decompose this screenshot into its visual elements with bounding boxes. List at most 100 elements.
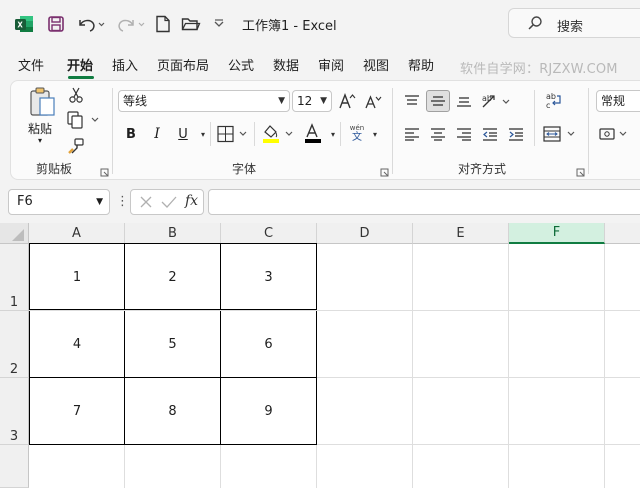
column-header-f[interactable]: F bbox=[509, 223, 605, 244]
clipboard-launcher-icon[interactable] bbox=[100, 166, 109, 177]
currency-format-icon[interactable] bbox=[598, 124, 634, 144]
row-header-3[interactable]: 3 bbox=[0, 378, 29, 445]
name-box-value: F6 bbox=[17, 194, 33, 209]
row-number: 1 bbox=[9, 295, 19, 310]
align-middle-icon[interactable] bbox=[426, 90, 450, 112]
copy-icon[interactable] bbox=[66, 110, 102, 130]
chevron-down-icon: ▼ bbox=[96, 197, 103, 207]
tab-view[interactable]: 视图 bbox=[363, 55, 389, 74]
tab-formulas[interactable]: 公式 bbox=[228, 55, 254, 74]
font-color-dropdown-icon[interactable]: ▾ bbox=[328, 128, 338, 140]
column-header-b[interactable]: B bbox=[125, 223, 221, 244]
increase-font-size-icon[interactable] bbox=[338, 90, 356, 112]
underline-button[interactable]: U bbox=[174, 124, 192, 144]
borders-icon[interactable] bbox=[216, 124, 250, 144]
tab-file[interactable]: 文件 bbox=[18, 55, 44, 74]
cell-c2[interactable]: 6 bbox=[221, 311, 317, 378]
italic-button[interactable]: I bbox=[148, 124, 166, 144]
bold-button[interactable]: B bbox=[122, 124, 140, 144]
search-box[interactable]: 搜索 bbox=[508, 8, 640, 38]
align-right-icon[interactable] bbox=[454, 124, 474, 144]
insert-function-button[interactable]: fx bbox=[185, 193, 198, 209]
gridline bbox=[412, 244, 413, 488]
cancel-icon[interactable] bbox=[139, 195, 153, 212]
excel-logo-icon bbox=[14, 14, 34, 34]
gridline bbox=[604, 244, 605, 488]
alignment-launcher-icon[interactable] bbox=[576, 166, 585, 177]
alignment-group-label: 对齐方式 bbox=[458, 162, 507, 176]
cut-icon[interactable] bbox=[66, 86, 86, 104]
font-size-value: 12 bbox=[297, 94, 313, 108]
tab-insert[interactable]: 插入 bbox=[112, 55, 138, 74]
cell-b3[interactable]: 8 bbox=[125, 378, 221, 445]
column-header-e[interactable]: E bbox=[413, 223, 509, 244]
font-name-combo[interactable]: 等线 ▼ bbox=[118, 90, 290, 112]
paste-label[interactable]: 粘贴 bbox=[28, 120, 52, 137]
search-icon bbox=[527, 15, 543, 34]
ribbon-separator bbox=[112, 88, 113, 174]
svg-text:ab: ab bbox=[482, 94, 492, 103]
name-box[interactable]: F6 ▼ bbox=[8, 189, 110, 215]
row-header-1[interactable]: 1 bbox=[0, 244, 29, 311]
redo-icon[interactable] bbox=[116, 14, 146, 34]
decrease-indent-icon[interactable] bbox=[480, 124, 500, 144]
paste-icon[interactable] bbox=[28, 86, 58, 118]
increase-indent-icon[interactable] bbox=[506, 124, 526, 144]
cell-a1[interactable]: 1 bbox=[29, 243, 125, 310]
row-header-4[interactable] bbox=[0, 445, 29, 488]
column-header-c[interactable]: C bbox=[221, 223, 317, 244]
formula-input[interactable] bbox=[208, 189, 640, 215]
open-folder-icon[interactable] bbox=[180, 14, 202, 34]
phonetic-dropdown-icon[interactable]: ▾ bbox=[370, 128, 380, 140]
cell-b2[interactable]: 5 bbox=[125, 311, 221, 378]
align-left-icon[interactable] bbox=[402, 124, 422, 144]
format-painter-icon[interactable] bbox=[66, 136, 86, 156]
decrease-font-size-icon[interactable] bbox=[364, 90, 382, 112]
tab-data[interactable]: 数据 bbox=[273, 55, 299, 74]
customize-toolbar-icon[interactable] bbox=[210, 14, 228, 34]
font-launcher-icon[interactable] bbox=[380, 166, 389, 177]
formula-bar-grip-icon[interactable]: ⋮ bbox=[116, 194, 129, 209]
formula-buttons: fx bbox=[130, 189, 204, 215]
select-all-corner[interactable] bbox=[0, 223, 29, 244]
cell-a3[interactable]: 7 bbox=[29, 378, 125, 445]
new-file-icon[interactable] bbox=[154, 14, 172, 34]
chevron-down-icon: ▼ bbox=[320, 96, 327, 106]
align-bottom-icon[interactable] bbox=[454, 90, 474, 112]
column-header-d[interactable]: D bbox=[317, 223, 413, 244]
ribbon-separator bbox=[210, 122, 211, 146]
number-format-value: 常规 bbox=[601, 94, 626, 108]
tab-review[interactable]: 审阅 bbox=[318, 55, 344, 74]
save-icon[interactable] bbox=[46, 14, 66, 34]
tab-page-layout[interactable]: 页面布局 bbox=[157, 55, 209, 74]
phonetic-bottom-label: 文 bbox=[352, 132, 362, 143]
font-group-label: 字体 bbox=[232, 162, 257, 176]
column-header-partial bbox=[605, 223, 640, 244]
undo-icon[interactable] bbox=[76, 14, 106, 34]
tab-home[interactable]: 开始 bbox=[67, 55, 93, 74]
number-format-combo[interactable]: 常规 bbox=[596, 90, 640, 112]
cell-b1[interactable]: 2 bbox=[125, 243, 221, 310]
ribbon-separator bbox=[588, 88, 589, 174]
phonetic-top-label: wén bbox=[349, 124, 365, 132]
orientation-icon[interactable]: ab bbox=[480, 90, 514, 112]
svg-text:ab: ab bbox=[546, 92, 556, 101]
underline-dropdown-icon[interactable]: ▾ bbox=[198, 128, 208, 140]
phonetic-guide-button[interactable]: wén 文 bbox=[348, 124, 366, 143]
merge-center-icon[interactable] bbox=[542, 124, 578, 144]
cell-c3[interactable]: 9 bbox=[221, 378, 317, 445]
align-center-icon[interactable] bbox=[428, 124, 448, 144]
search-placeholder: 搜索 bbox=[557, 20, 584, 35]
paste-dropdown-icon[interactable]: ▾ bbox=[38, 136, 42, 145]
tab-help[interactable]: 帮助 bbox=[408, 55, 434, 74]
cell-c1[interactable]: 3 bbox=[221, 243, 317, 310]
column-header-a[interactable]: A bbox=[29, 223, 125, 244]
cell-a2[interactable]: 4 bbox=[29, 311, 125, 378]
fill-color-icon[interactable] bbox=[260, 122, 298, 146]
wrap-text-icon[interactable]: ab c bbox=[544, 90, 564, 112]
font-color-icon[interactable] bbox=[302, 122, 326, 146]
align-top-icon[interactable] bbox=[402, 90, 422, 112]
enter-icon[interactable] bbox=[161, 195, 177, 212]
font-size-combo[interactable]: 12 ▼ bbox=[292, 90, 332, 112]
row-header-2[interactable]: 2 bbox=[0, 311, 29, 378]
